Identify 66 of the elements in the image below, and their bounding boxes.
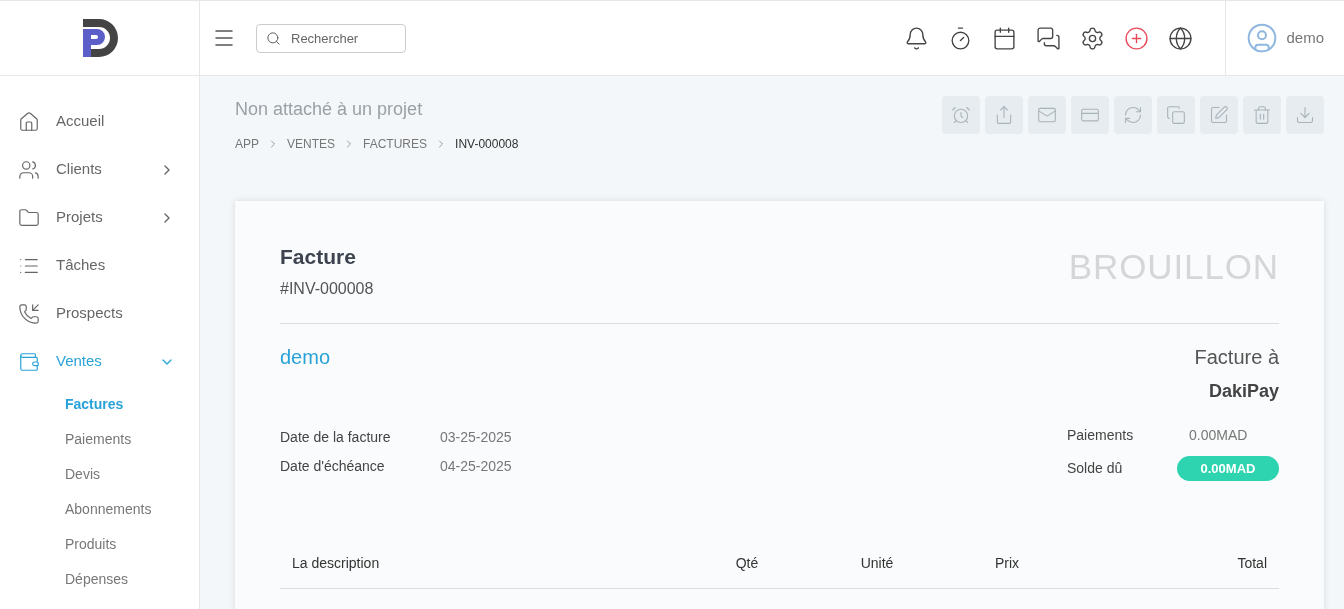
- user-name[interactable]: demo: [1286, 26, 1324, 50]
- avatar-icon[interactable]: [1246, 22, 1279, 54]
- column-header: Prix: [993, 554, 1021, 573]
- submenu-item[interactable]: Devis: [65, 457, 199, 492]
- chat-icon[interactable]: [1036, 25, 1062, 51]
- breadcrumb-item[interactable]: VENTES: [287, 135, 336, 153]
- column-header: Total: [1236, 554, 1267, 573]
- edit-button[interactable]: [1200, 96, 1238, 134]
- sidebar-item[interactable]: Prospects: [0, 291, 199, 336]
- balance-badge: 0.00MAD: [1177, 455, 1279, 481]
- folder-icon: [18, 206, 40, 229]
- submenu-item[interactable]: Abonnements: [65, 492, 199, 527]
- submenu-item[interactable]: Factures: [65, 387, 199, 422]
- refresh-button[interactable]: [1114, 96, 1152, 134]
- invoice-title: Facture: [280, 244, 357, 270]
- copy-button[interactable]: [1157, 96, 1195, 134]
- home-icon: [18, 110, 40, 133]
- copy-icon: [1166, 105, 1186, 125]
- date-label: Date d'échéance: [280, 456, 386, 476]
- trash-button[interactable]: [1243, 96, 1281, 134]
- phone-icon: [18, 302, 40, 325]
- card-button[interactable]: [1071, 96, 1109, 134]
- breadcrumb-item: INV-000008: [455, 136, 519, 153]
- company-name: demo: [280, 344, 331, 370]
- edit-icon: [1209, 105, 1229, 125]
- submenu-item[interactable]: Dépenses: [65, 562, 199, 597]
- submenu-item[interactable]: Paiements: [65, 422, 199, 457]
- date-label: Date de la facture: [280, 427, 392, 447]
- date-value: 04-25-2025: [440, 456, 512, 476]
- users-icon: [18, 158, 40, 181]
- sidebar-item[interactable]: Projets: [0, 195, 199, 240]
- sidebar-item[interactable]: Tâches: [0, 243, 199, 288]
- project-label: Non attaché à un projet: [235, 98, 424, 121]
- bill-to-label: Facture à: [1194, 344, 1279, 370]
- search-icon: [266, 30, 281, 46]
- invoice-number: #INV-000008: [280, 278, 374, 299]
- payments-label: Paiements: [1067, 425, 1135, 445]
- mail-icon: [1037, 105, 1057, 125]
- sidebar-item[interactable]: Clients: [0, 147, 199, 192]
- download-icon: [1295, 105, 1315, 125]
- share-button[interactable]: [985, 96, 1023, 134]
- share-icon: [994, 105, 1014, 125]
- balance-label: Solde dû: [1067, 458, 1124, 478]
- refresh-icon: [1123, 105, 1143, 125]
- column-header: La description: [292, 554, 381, 573]
- search-field[interactable]: Rechercher: [256, 23, 406, 53]
- alarm-icon: [951, 105, 971, 125]
- wallet-icon: [18, 350, 40, 373]
- add-icon[interactable]: [1124, 25, 1150, 51]
- bell-icon[interactable]: [904, 25, 930, 51]
- mail-button[interactable]: [1028, 96, 1066, 134]
- calendar-icon[interactable]: [992, 25, 1018, 51]
- alarm-button[interactable]: [942, 96, 980, 134]
- submenu-item[interactable]: Produits: [65, 527, 199, 562]
- sidebar-item[interactable]: Accueil: [0, 99, 199, 144]
- client-name: DakiPay: [1207, 379, 1279, 403]
- date-value: 03-25-2025: [440, 427, 512, 447]
- trash-icon: [1252, 105, 1272, 125]
- globe-icon[interactable]: [1168, 25, 1194, 51]
- download-button[interactable]: [1286, 96, 1324, 134]
- settings-icon[interactable]: [1080, 25, 1106, 51]
- column-header: Qté: [734, 554, 760, 573]
- column-header: Unité: [859, 554, 895, 573]
- payments-value: 0.00MAD: [1188, 425, 1249, 445]
- breadcrumb-item[interactable]: APP: [235, 135, 259, 153]
- breadcrumb-item[interactable]: FACTURES: [363, 135, 428, 153]
